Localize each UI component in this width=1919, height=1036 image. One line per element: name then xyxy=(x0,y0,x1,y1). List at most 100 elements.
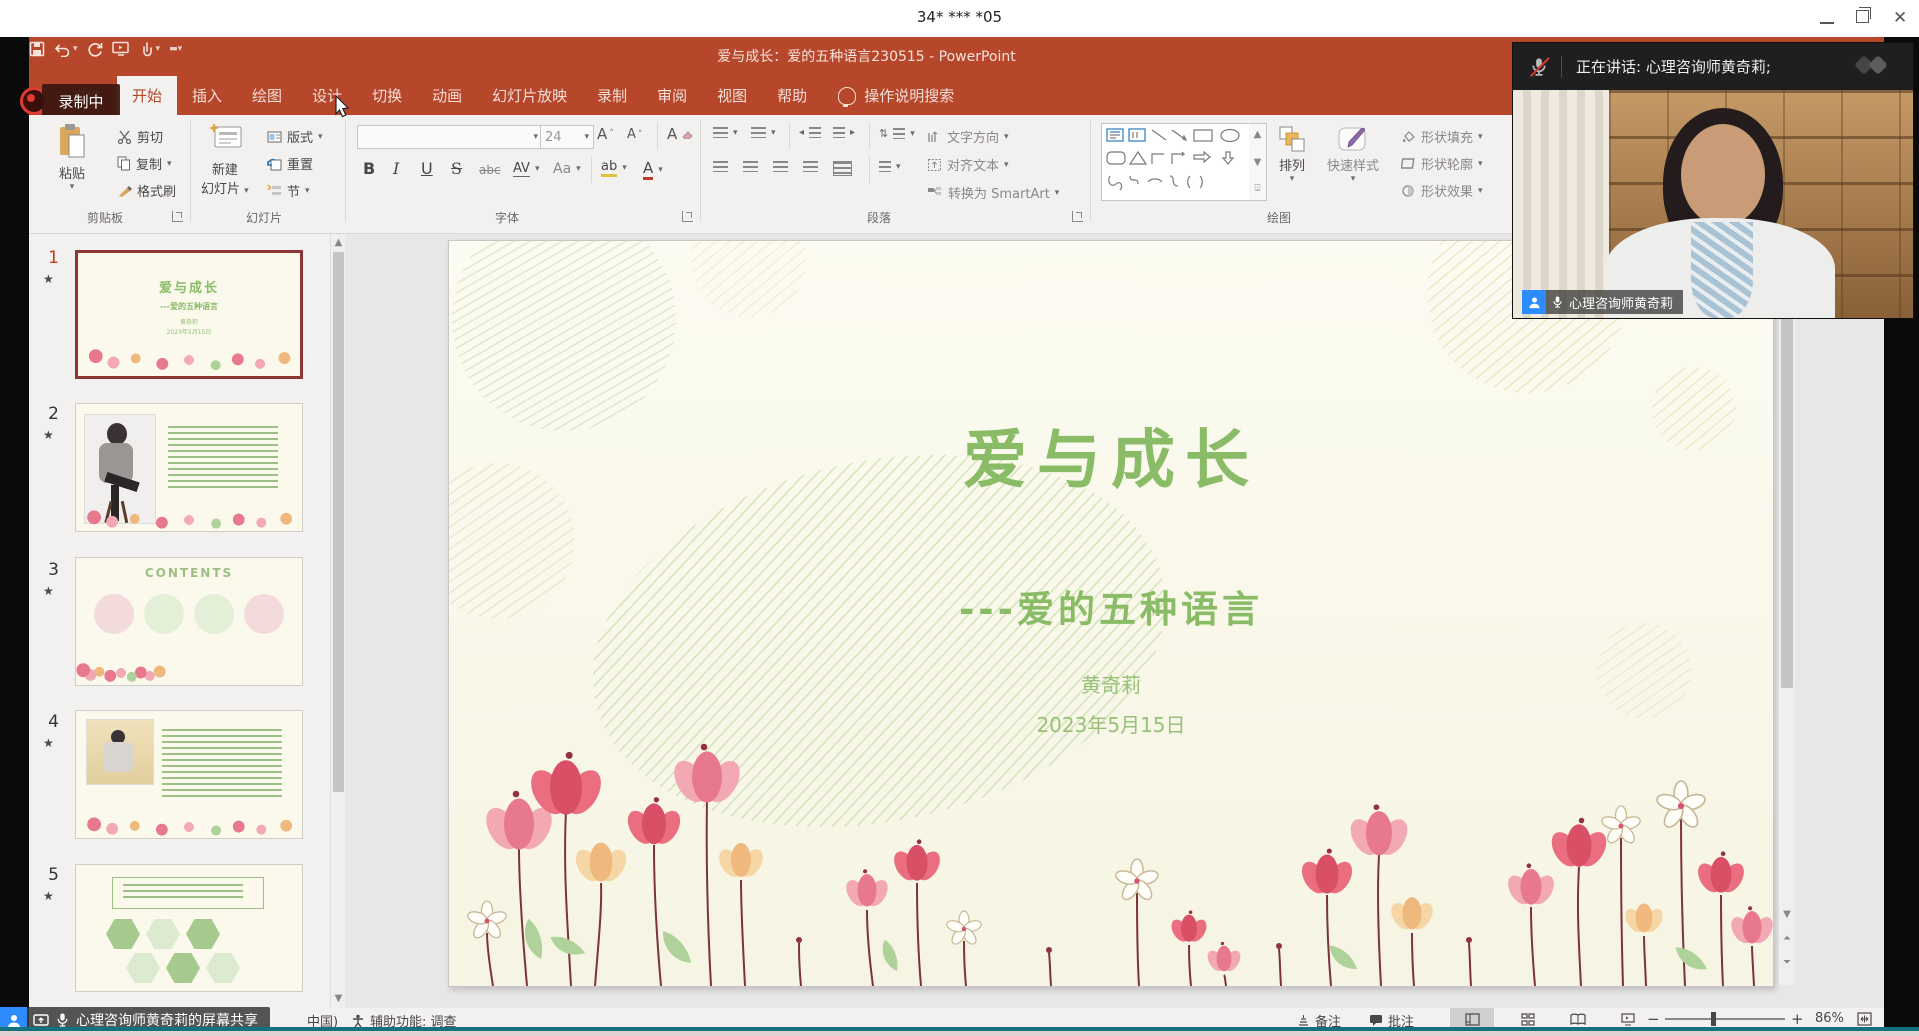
arrange-button[interactable]: 排列▾ xyxy=(1277,125,1307,184)
shapes-gallery[interactable] xyxy=(1101,123,1251,201)
shrink-font-button[interactable]: A˅ xyxy=(627,127,642,142)
strikethrough-button[interactable]: S xyxy=(451,159,462,178)
font-size-combo[interactable]: 24▾ xyxy=(540,125,594,149)
slide-thumbnail-4[interactable] xyxy=(75,710,303,839)
tab-insert[interactable]: 插入 xyxy=(177,76,237,115)
change-case-button[interactable]: Aa▾ xyxy=(553,161,581,177)
clipboard-dialog-launcher-icon[interactable] xyxy=(172,211,183,222)
zoom-slider-track[interactable] xyxy=(1665,1018,1785,1020)
thumbnail-scrollbar[interactable]: ▲ ▼ xyxy=(330,234,345,1008)
align-text-button[interactable]: 对齐文本▾ xyxy=(927,155,1009,174)
cut-button[interactable]: 剪切 xyxy=(117,127,163,146)
format-painter-icon xyxy=(117,184,132,198)
slide-canvas[interactable]: 爱与成长 ---爱的五种语言 黄奇莉 2023年5月15日 xyxy=(448,240,1774,987)
copy-button[interactable]: 复制▾ xyxy=(117,154,172,173)
slide-author[interactable]: 黄奇莉 xyxy=(449,669,1773,698)
tab-help[interactable]: 帮助 xyxy=(762,76,822,115)
slide-date[interactable]: 2023年5月15日 xyxy=(449,709,1773,738)
text-direction-button[interactable]: 文字方向▾ xyxy=(927,127,1009,146)
slide-thumbnail-1[interactable]: 爱与成长 ---爱的五种语言 黄奇莉 2023年5月15日 xyxy=(75,250,303,379)
slides-group-label: 幻灯片 xyxy=(234,209,294,226)
reset-button[interactable]: 重置 xyxy=(267,154,313,173)
section-button[interactable]: 节▾ xyxy=(267,181,310,200)
slide-editor-area: 爱与成长 ---爱的五种语言 黄奇莉 2023年5月15日 ▲ ▼ ⏶ ⏷ xyxy=(345,234,1884,1008)
editor-scroll-down-icon[interactable]: ▼ xyxy=(1779,908,1795,922)
line-spacing-button[interactable]: ⇅▾ xyxy=(879,127,915,140)
bullets-button[interactable]: ▾ xyxy=(713,127,738,138)
layout-button[interactable]: 版式▾ xyxy=(267,127,323,146)
zoom-slider-handle[interactable] xyxy=(1711,1012,1716,1026)
paragraph-dialog-launcher-icon[interactable] xyxy=(1072,211,1083,222)
character-spacing-button[interactable]: AV▾ xyxy=(513,161,540,177)
grow-font-button[interactable]: A˄ xyxy=(597,125,614,143)
fit-to-window-icon[interactable] xyxy=(1857,1012,1872,1026)
mic-muted-icon[interactable] xyxy=(1529,57,1549,77)
distribute-button[interactable] xyxy=(833,161,852,176)
font-dialog-launcher-icon[interactable] xyxy=(682,211,693,222)
tab-transitions[interactable]: 切换 xyxy=(357,76,417,115)
new-slide-button[interactable]: 新建 幻灯片 ▾ xyxy=(201,123,249,197)
zoom-in-button[interactable]: + xyxy=(1791,1010,1804,1028)
meeting-app-window: 34* *** *05 ✕ ▾ ▾ ▬▾ 爱与成长：爱的五种语言23051 xyxy=(0,0,1919,1036)
tab-record[interactable]: 录制 xyxy=(582,76,642,115)
format-painter-button[interactable]: 格式刷 xyxy=(117,181,176,200)
thumb-scroll-down-icon[interactable]: ▼ xyxy=(331,992,345,1006)
font-name-combo[interactable]: ▾ xyxy=(357,125,543,149)
previous-slide-icon[interactable]: ⏶ xyxy=(1779,932,1795,946)
thumb2-flowers xyxy=(76,509,302,531)
quick-styles-button[interactable]: 快速样式▾ xyxy=(1327,125,1379,184)
abc-strike-button[interactable]: abc xyxy=(479,163,501,177)
webcam-overlay[interactable]: 正在讲话: 心理咨询师黄奇莉; 心理咨询师黄奇莉 xyxy=(1513,43,1913,318)
thumb1-animation-star-icon: ★ xyxy=(43,272,54,286)
minimize-icon[interactable] xyxy=(1820,10,1834,24)
shape-outline-button[interactable]: 形状轮廓▾ xyxy=(1401,154,1483,173)
columns-button[interactable]: ▾ xyxy=(879,161,901,172)
participant-name: 心理咨询师黄奇莉 xyxy=(1569,293,1673,312)
editor-scrollbar-thumb[interactable] xyxy=(1781,258,1793,688)
bold-button[interactable]: B xyxy=(363,159,375,178)
tab-home[interactable]: 开始 xyxy=(117,76,177,115)
header-divider xyxy=(1561,56,1562,78)
slide-thumbnail-5[interactable] xyxy=(75,864,303,992)
close-icon[interactable]: ✕ xyxy=(1893,10,1911,28)
slide-subtitle[interactable]: ---爱的五种语言 xyxy=(449,579,1773,633)
next-slide-icon[interactable]: ⏷ xyxy=(1779,956,1795,970)
align-center-button[interactable] xyxy=(743,161,758,172)
shape-effects-button[interactable]: 形状效果▾ xyxy=(1401,181,1483,200)
numbering-button[interactable]: ▾ xyxy=(751,127,776,138)
tell-me-search[interactable]: 操作说明搜索 xyxy=(838,76,954,115)
slide-thumbnail-2[interactable] xyxy=(75,403,303,532)
thumb1-flowers xyxy=(78,344,300,376)
tab-view[interactable]: 视图 xyxy=(702,76,762,115)
tab-slideshow[interactable]: 幻灯片放映 xyxy=(477,76,582,115)
underline-button[interactable]: U xyxy=(421,159,433,178)
eraser-icon xyxy=(682,129,693,139)
reset-icon xyxy=(267,157,282,171)
thumb-scroll-up-icon[interactable]: ▲ xyxy=(331,236,345,250)
text-highlight-button[interactable]: ab▾ xyxy=(601,159,627,177)
shape-fill-button[interactable]: 形状填充▾ xyxy=(1401,127,1483,146)
align-left-button[interactable] xyxy=(713,161,728,172)
restore-icon[interactable] xyxy=(1856,10,1869,23)
zoom-out-button[interactable]: − xyxy=(1647,1010,1660,1028)
convert-smartart-button[interactable]: 转换为 SmartArt▾ xyxy=(927,183,1059,202)
increase-indent-button[interactable]: ▸ xyxy=(833,127,855,138)
slide-title[interactable]: 爱与成长 xyxy=(449,409,1773,501)
thumb-scrollbar-thumb[interactable] xyxy=(333,252,344,792)
paste-button[interactable]: 粘贴 ▾ xyxy=(57,123,87,192)
tab-review[interactable]: 审阅 xyxy=(642,76,702,115)
tab-draw[interactable]: 绘图 xyxy=(237,76,297,115)
justify-button[interactable] xyxy=(803,161,818,172)
tab-animations[interactable]: 动画 xyxy=(417,76,477,115)
editor-scrollbar[interactable]: ▲ ▼ ⏶ ⏷ xyxy=(1778,240,1795,985)
font-color-button[interactable]: A▾ xyxy=(643,159,663,180)
line-spacing-icon xyxy=(893,128,905,139)
clear-formatting-button[interactable]: A xyxy=(667,125,693,143)
decrease-indent-button[interactable]: ◂ xyxy=(799,127,821,138)
shapes-gallery-scroll[interactable]: ▲ ▼ ⍗ xyxy=(1249,123,1267,201)
align-right-button[interactable] xyxy=(773,161,788,172)
zoom-percentage[interactable]: 86% xyxy=(1815,1011,1844,1026)
shape-effects-icon xyxy=(1401,184,1416,198)
slide-thumbnail-3[interactable]: CONTENTS xyxy=(75,557,303,686)
italic-button[interactable]: I xyxy=(393,159,399,178)
